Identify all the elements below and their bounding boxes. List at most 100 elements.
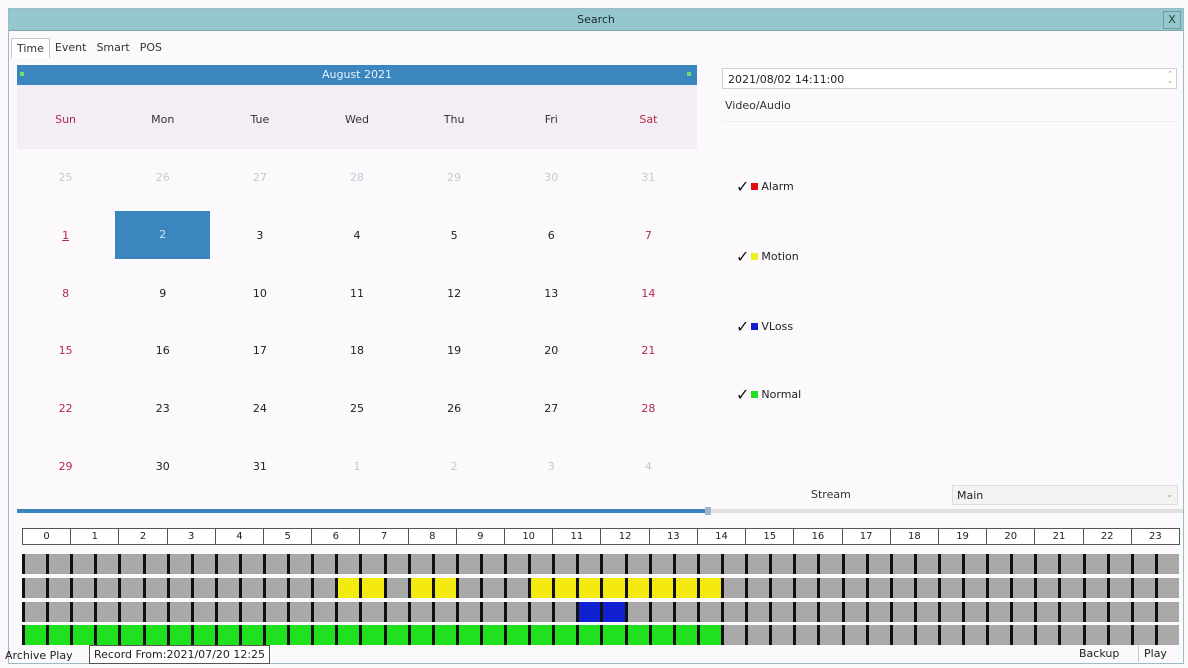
calendar-day[interactable]: 14 — [600, 264, 697, 322]
hour-label: 11 — [552, 528, 602, 545]
timeline-segment — [1157, 578, 1179, 598]
legend-motion-checkbox[interactable]: ✓ Motion — [736, 247, 799, 266]
calendar-day[interactable]: 12 — [406, 264, 503, 322]
legend-label: Motion — [761, 250, 799, 263]
calendar-day[interactable]: 4 — [600, 437, 697, 495]
timeline-segment — [1061, 602, 1083, 622]
legend-vloss-checkbox[interactable]: ✓ VLoss — [736, 317, 793, 336]
timeline-segment — [675, 602, 697, 622]
close-button[interactable]: X — [1163, 11, 1181, 29]
calendar-day[interactable]: 3 — [211, 207, 308, 265]
search-window: Search X Time Event Smart POS August 202… — [8, 8, 1184, 664]
calendar-day[interactable]: 20 — [503, 322, 600, 380]
timeline-segment — [579, 554, 601, 574]
timeline-segment — [965, 554, 987, 574]
tab-event[interactable]: Event — [50, 38, 92, 58]
timeline-segment — [290, 602, 312, 622]
calendar-day[interactable]: 15 — [17, 322, 114, 380]
playback-slider[interactable] — [17, 507, 1183, 515]
legend-normal-checkbox[interactable]: ✓ Normal — [736, 385, 801, 404]
timeline-segment — [555, 578, 577, 598]
timeline-segment — [290, 578, 312, 598]
calendar-day[interactable]: 26 — [114, 149, 211, 207]
timeline-segment — [603, 578, 625, 598]
calendar-day[interactable]: 19 — [406, 322, 503, 380]
title-bar: Search X — [9, 9, 1183, 31]
tab-smart[interactable]: Smart — [91, 38, 134, 58]
calendar-day[interactable]: 11 — [308, 264, 405, 322]
calendar-day[interactable]: 5 — [406, 207, 503, 265]
calendar-day[interactable]: 30 — [503, 149, 600, 207]
backup-button[interactable]: Backup — [1075, 645, 1123, 662]
calendar-day[interactable]: 1 — [308, 437, 405, 495]
calendar-day[interactable]: 2 — [406, 437, 503, 495]
play-button[interactable]: Play — [1138, 645, 1172, 662]
calendar-day[interactable]: 28 — [308, 149, 405, 207]
timeline-segment — [1157, 554, 1179, 574]
timeline-segment — [410, 578, 432, 598]
tab-time[interactable]: Time — [11, 38, 50, 58]
calendar-day[interactable]: 9 — [114, 264, 211, 322]
calendar-day[interactable]: 25 — [308, 380, 405, 438]
timeline-segment — [989, 554, 1011, 574]
timeline-segment — [169, 578, 191, 598]
weekday-label: Tue — [250, 113, 270, 126]
timeline-segment — [217, 554, 239, 574]
timeline-segment — [748, 578, 770, 598]
calendar-day[interactable]: 7 — [600, 207, 697, 265]
calendar-day[interactable]: 6 — [503, 207, 600, 265]
tab-pos[interactable]: POS — [135, 38, 167, 58]
calendar-day[interactable]: 22 — [17, 380, 114, 438]
timeline-segment — [868, 578, 890, 598]
timeline-segment — [531, 578, 553, 598]
next-month-button[interactable] — [687, 72, 691, 76]
timeline-segment — [169, 602, 191, 622]
calendar-day[interactable]: 24 — [211, 380, 308, 438]
calendar-day[interactable]: 17 — [211, 322, 308, 380]
month-label: August 2021 — [322, 68, 392, 81]
calendar-day[interactable]: 29 — [406, 149, 503, 207]
timeline-row-alarm[interactable] — [22, 554, 1179, 574]
calendar-day[interactable]: 4 — [308, 207, 405, 265]
calendar-day[interactable]: 8 — [17, 264, 114, 322]
timeline-segment — [916, 554, 938, 574]
timeline-segment — [772, 602, 794, 622]
calendar-day[interactable]: 27 — [211, 149, 308, 207]
tab-bar: Time Event Smart POS — [11, 38, 167, 58]
calendar-day[interactable]: 1 — [17, 207, 114, 265]
timeline-segment — [868, 554, 890, 574]
timeline-segment — [97, 602, 119, 622]
calendar-day[interactable]: 21 — [600, 322, 697, 380]
datetime-field[interactable]: 2021/08/02 14:11:00 ⌃ ⌄ — [722, 68, 1177, 89]
timeline-row-vloss[interactable] — [22, 602, 1179, 622]
calendar-day[interactable]: 31 — [600, 149, 697, 207]
calendar-day[interactable]: 25 — [17, 149, 114, 207]
datetime-spinner[interactable]: ⌃ ⌄ — [1166, 71, 1174, 86]
timeline-segment — [145, 554, 167, 574]
timeline-segment — [169, 554, 191, 574]
stream-select[interactable]: Main ⌄ — [952, 485, 1178, 505]
calendar-day[interactable]: 18 — [308, 322, 405, 380]
calendar-day[interactable]: 13 — [503, 264, 600, 322]
hour-label: 13 — [648, 528, 698, 545]
checkmark-icon: ✓ — [736, 247, 750, 266]
calendar-day[interactable]: 28 — [600, 380, 697, 438]
calendar-day[interactable]: 30 — [114, 437, 211, 495]
timeline-segment — [627, 602, 649, 622]
calendar-day[interactable]: 16 — [114, 322, 211, 380]
timeline-segment — [1085, 602, 1107, 622]
timeline-row-motion[interactable] — [22, 578, 1179, 598]
calendar-day[interactable]: 23 — [114, 380, 211, 438]
calendar-day[interactable]: 26 — [406, 380, 503, 438]
timeline-segment — [748, 554, 770, 574]
calendar-day[interactable]: 3 — [503, 437, 600, 495]
legend-alarm-checkbox[interactable]: ✓ Alarm — [736, 177, 794, 196]
timeline-segment — [675, 554, 697, 574]
calendar-day[interactable]: 10 — [211, 264, 308, 322]
calendar-day[interactable]: 2 — [115, 210, 211, 260]
calendar-day[interactable]: 31 — [211, 437, 308, 495]
calendar-day[interactable]: 27 — [503, 380, 600, 438]
calendar-day[interactable]: 29 — [17, 437, 114, 495]
calendar-days: 25 26 27 28 29 30 31 1 2 3 4 5 6 7 8 9 10 11 12 13 14 15 16 17 1… — [17, 149, 697, 495]
slider-handle[interactable] — [705, 507, 712, 515]
